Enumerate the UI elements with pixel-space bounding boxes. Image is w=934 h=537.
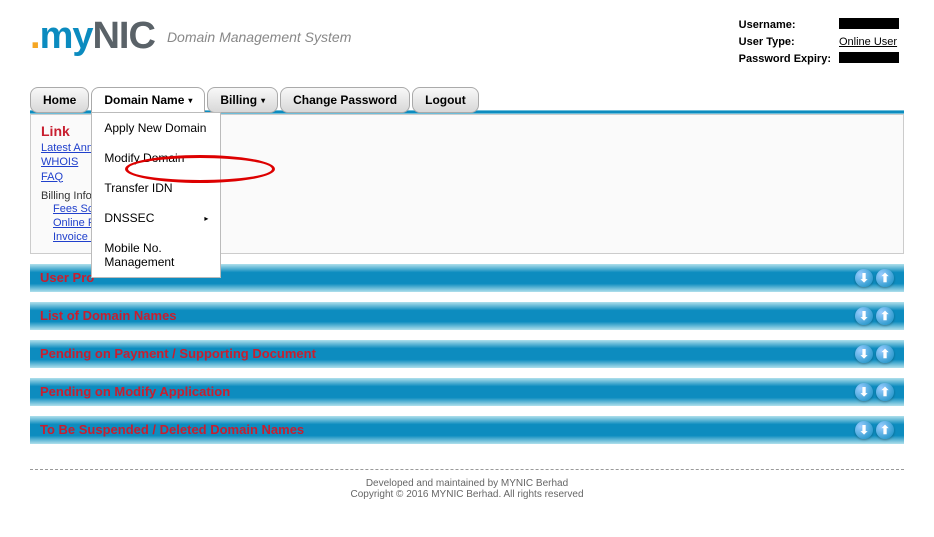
chevron-down-icon: ▾ [188, 96, 192, 105]
section-header-pending-modify: Pending on Modify Application ⬇ ⬆ [30, 378, 904, 406]
section-icons: ⬇ ⬆ [855, 421, 894, 439]
section-header-suspended: To Be Suspended / Deleted Domain Names ⬇… [30, 416, 904, 444]
expiry-label: Password Expiry: [736, 51, 834, 67]
footer-line1: Developed and maintained by MYNIC Berhad [30, 478, 904, 489]
user-info-table: Username: User Type:Online User Password… [734, 15, 904, 69]
dropdown-domain: Apply New Domain Modify Domain Transfer … [91, 112, 221, 278]
collapse-up-icon[interactable]: ⬆ [876, 307, 894, 325]
section-title-user-profile: User Pro [40, 270, 94, 285]
menu-domain-name[interactable]: Domain Name ▾ [91, 87, 205, 113]
logo-text: .myNIC [30, 15, 155, 58]
dropdown-dnssec[interactable]: DNSSEC ▸ [92, 203, 220, 233]
section-pending-modify: Pending on Modify Application ⬇ ⬆ [30, 378, 904, 406]
section-icons: ⬇ ⬆ [855, 307, 894, 325]
menubar: Home Domain Name ▾ Apply New Domain Modi… [30, 87, 904, 113]
collapse-up-icon[interactable]: ⬆ [876, 421, 894, 439]
chevron-right-icon: ▸ [204, 214, 208, 223]
menu-home[interactable]: Home [30, 87, 89, 113]
section-title-list-domain: List of Domain Names [40, 308, 177, 323]
section-pending-payment: Pending on Payment / Supporting Document… [30, 340, 904, 368]
dropdown-mobile-management[interactable]: Mobile No. Management [92, 233, 220, 277]
expand-down-icon[interactable]: ⬇ [855, 421, 873, 439]
expand-down-icon[interactable]: ⬇ [855, 307, 873, 325]
footer-line2: Copyright © 2016 MYNIC Berhad. All right… [30, 489, 904, 500]
logo-area: .myNIC Domain Management System [30, 15, 351, 58]
page-wrapper: .myNIC Domain Management System Username… [0, 0, 934, 537]
section-header-list-domain: List of Domain Names ⬇ ⬆ [30, 302, 904, 330]
collapse-up-icon[interactable]: ⬆ [876, 383, 894, 401]
dropdown-apply-new-domain[interactable]: Apply New Domain [92, 113, 220, 143]
collapse-up-icon[interactable]: ⬆ [876, 345, 894, 363]
usertype-label: User Type: [736, 35, 834, 49]
section-title-pending-payment: Pending on Payment / Supporting Document [40, 346, 316, 361]
username-label: Username: [736, 17, 834, 33]
expiry-value [836, 51, 902, 67]
logo-tagline: Domain Management System [167, 29, 351, 45]
section-title-pending-modify: Pending on Modify Application [40, 384, 230, 399]
section-header-pending-payment: Pending on Payment / Supporting Document… [30, 340, 904, 368]
menu-change-password[interactable]: Change Password [280, 87, 410, 113]
section-icons: ⬇ ⬆ [855, 345, 894, 363]
dropdown-dnssec-label: DNSSEC [104, 211, 154, 225]
username-value [836, 17, 902, 33]
menu-billing-label: Billing [220, 93, 257, 107]
section-icons: ⬇ ⬆ [855, 383, 894, 401]
collapse-up-icon[interactable]: ⬆ [876, 269, 894, 287]
section-title-suspended: To Be Suspended / Deleted Domain Names [40, 422, 304, 437]
expand-down-icon[interactable]: ⬇ [855, 269, 873, 287]
chevron-down-icon: ▾ [261, 96, 265, 105]
dropdown-transfer-idn[interactable]: Transfer IDN [92, 173, 220, 203]
dropdown-modify-domain[interactable]: Modify Domain [92, 143, 220, 173]
expand-down-icon[interactable]: ⬇ [855, 345, 873, 363]
section-suspended: To Be Suspended / Deleted Domain Names ⬇… [30, 416, 904, 444]
menu-logout[interactable]: Logout [412, 87, 479, 113]
usertype-value: Online User [836, 35, 902, 49]
expand-down-icon[interactable]: ⬇ [855, 383, 873, 401]
footer: Developed and maintained by MYNIC Berhad… [30, 469, 904, 500]
menu-billing[interactable]: Billing ▾ [207, 87, 278, 113]
section-list-domain: List of Domain Names ⬇ ⬆ [30, 302, 904, 330]
menu-domain-wrap: Domain Name ▾ Apply New Domain Modify Do… [91, 87, 207, 113]
section-icons: ⬇ ⬆ [855, 269, 894, 287]
menu-domain-label: Domain Name [104, 93, 184, 107]
header: .myNIC Domain Management System Username… [30, 10, 904, 79]
